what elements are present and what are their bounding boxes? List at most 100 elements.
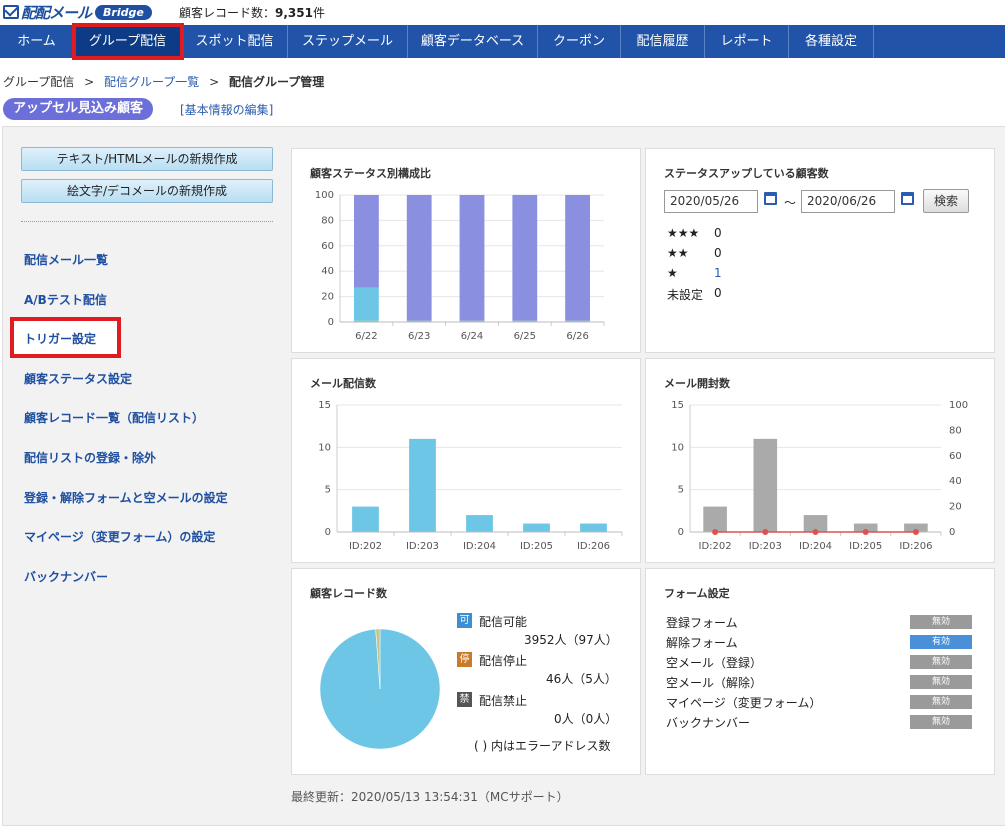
- open-rate-point: [712, 529, 719, 535]
- stopped-label: 配信停止: [479, 654, 528, 668]
- nav-spot-delivery[interactable]: スポット配信: [182, 25, 288, 58]
- sidebar-item-customer-status[interactable]: 顧客ステータス設定: [24, 370, 132, 387]
- x-tick-label: ID:202: [349, 541, 382, 552]
- status-up-card: ステータスアップしている顧客数 2020/05/26 ～ 2020/06/26 …: [645, 148, 995, 353]
- form-row-label: バックナンバー: [666, 716, 751, 730]
- form-row-label: 解除フォーム: [666, 636, 738, 650]
- bar: [352, 506, 379, 532]
- bar: [703, 506, 727, 532]
- x-tick-label: 6/22: [355, 331, 377, 342]
- y-tick-label: 80: [321, 215, 334, 226]
- x-tick-label: ID:206: [577, 541, 610, 552]
- status-label: 未設定: [667, 288, 704, 302]
- nav-step-mail[interactable]: ステップメール: [288, 25, 408, 58]
- breadcrumb-group-delivery[interactable]: グループ配信: [3, 75, 74, 89]
- sidebar-item-trigger[interactable]: トリガー設定: [24, 330, 96, 347]
- form-status-badge: 無効: [910, 675, 972, 689]
- nav-settings[interactable]: 各種設定: [789, 25, 874, 58]
- stopped-badge: 停: [457, 652, 472, 667]
- status-composition-card: 顧客ステータス別構成比 0 20 40 60 80 100 6/22 6/23 6/24 6/25…: [291, 148, 641, 353]
- card-title: フォーム設定: [664, 587, 730, 600]
- y2-tick-label: 0: [949, 527, 955, 538]
- y-tick-label: 0: [328, 317, 334, 328]
- status-label: ★★: [667, 246, 689, 260]
- y-tick-label: 40: [321, 266, 334, 277]
- status-value-link[interactable]: 1: [714, 266, 722, 280]
- status-composition-chart: 0 20 40 60 80 100 6/22 6/23 6/24 6/25 6/26: [315, 190, 605, 342]
- calendar-icon[interactable]: [901, 192, 914, 205]
- date-from-input[interactable]: 2020/05/26: [664, 190, 758, 213]
- x-tick-label: ID:203: [406, 541, 439, 552]
- x-tick-label: 6/26: [566, 331, 588, 342]
- breadcrumb-separator: >: [209, 75, 220, 89]
- search-button[interactable]: 検索: [923, 189, 969, 213]
- breadcrumb-group-list[interactable]: 配信グループ一覧: [104, 75, 199, 89]
- sidebar-item-mail-list[interactable]: 配信メール一覧: [24, 251, 108, 268]
- sidebar-item-backnumber[interactable]: バックナンバー: [24, 568, 108, 585]
- app-logo[interactable]: 配配メール Bridge: [3, 2, 152, 22]
- prohibited-value: 0人（0人）: [554, 712, 618, 726]
- x-tick-label: ID:204: [799, 541, 832, 552]
- open-rate-point: [862, 529, 869, 535]
- calendar-icon[interactable]: [764, 192, 777, 205]
- logo-name: 配配メール: [21, 3, 92, 22]
- y-tick-label: 5: [678, 485, 684, 496]
- bar: [466, 515, 493, 532]
- bar: [580, 523, 607, 532]
- sidebar-item-record-list[interactable]: 顧客レコード一覧（配信リスト）: [24, 409, 204, 426]
- sidebar-item-mypage[interactable]: マイページ（変更フォーム）の設定: [24, 528, 215, 545]
- status-value: 0: [714, 246, 722, 260]
- mail-sent-card: メール配信数 0 5 10 15 ID:202 ID:203 ID:204 ID:205 ID:…: [291, 358, 641, 563]
- bar-segment: [353, 287, 379, 321]
- y-tick-label: 0: [678, 527, 684, 538]
- sidebar-item-list-register[interactable]: 配信リストの登録・除外: [24, 449, 156, 466]
- y-tick-label: 60: [321, 241, 334, 252]
- card-title: ステータスアップしている顧客数: [664, 167, 829, 180]
- mail-open-card: メール開封数 0 5 10 15 ID:202 ID:203 ID:204 ID:205 ID:…: [645, 358, 995, 563]
- nav-coupon[interactable]: クーポン: [538, 25, 621, 58]
- create-text-mail-button[interactable]: テキスト/HTMLメールの新規作成: [21, 147, 273, 171]
- form-row-label: マイページ（変更フォーム）: [666, 696, 822, 710]
- x-tick-label: ID:203: [749, 541, 782, 552]
- open-rate-point: [762, 529, 769, 535]
- y-tick-label: 15: [318, 400, 331, 411]
- top-bar: 配配メール Bridge 顧客レコード数：9,351件: [0, 0, 1005, 25]
- main-nav: ホーム グループ配信 スポット配信 ステップメール 顧客データベース クーポン …: [0, 23, 1005, 60]
- bar: [523, 523, 550, 532]
- bar: [409, 438, 436, 532]
- date-to-input[interactable]: 2020/06/26: [801, 190, 895, 213]
- deliverable-value: 3952人（97人）: [524, 633, 618, 647]
- stopped-value: 46人（5人）: [546, 672, 617, 686]
- y-tick-label: 10: [318, 442, 331, 453]
- bar-segment: [512, 195, 538, 321]
- form-settings-card: フォーム設定 登録フォーム 無効 解除フォーム 有効 空メール（登録） 無効 空…: [645, 568, 995, 775]
- open-rate-point: [812, 529, 819, 535]
- status-value: 0: [714, 286, 722, 300]
- logo-badge: Bridge: [95, 4, 152, 20]
- nav-home[interactable]: ホーム: [0, 25, 74, 58]
- nav-report[interactable]: レポート: [705, 25, 789, 58]
- nav-customer-db[interactable]: 顧客データベース: [408, 25, 538, 58]
- record-count: 顧客レコード数：9,351件: [179, 4, 325, 21]
- sidebar-item-ab-test[interactable]: A/Bテスト配信: [24, 291, 107, 308]
- status-value: 0: [714, 226, 722, 240]
- nav-delivery-history[interactable]: 配信履歴: [621, 25, 705, 58]
- customer-records-pie: [319, 628, 441, 750]
- breadcrumb-current: 配信グループ管理: [229, 75, 325, 89]
- bar-segment: [565, 195, 591, 321]
- status-label: ★★★: [667, 226, 700, 240]
- open-rate-point: [912, 529, 919, 535]
- deliverable-badge: 可: [457, 613, 472, 628]
- create-deco-mail-button[interactable]: 絵文字/デコメールの新規作成: [21, 179, 273, 203]
- date-range-tilde: ～: [784, 196, 797, 210]
- y-tick-label: 20: [321, 292, 334, 303]
- form-status-badge: 無効: [910, 695, 972, 709]
- sidebar-divider: [21, 221, 273, 222]
- nav-group-delivery[interactable]: グループ配信: [72, 23, 184, 60]
- record-count-value: 9,351: [275, 6, 313, 20]
- prohibited-label: 配信禁止: [479, 694, 528, 708]
- y2-tick-label: 80: [949, 425, 962, 436]
- sidebar-item-form-settings[interactable]: 登録・解除フォームと空メールの設定: [24, 489, 228, 506]
- record-count-label: 顧客レコード数：: [179, 6, 276, 20]
- edit-basic-info-link[interactable]: [基本情報の編集]: [180, 101, 273, 118]
